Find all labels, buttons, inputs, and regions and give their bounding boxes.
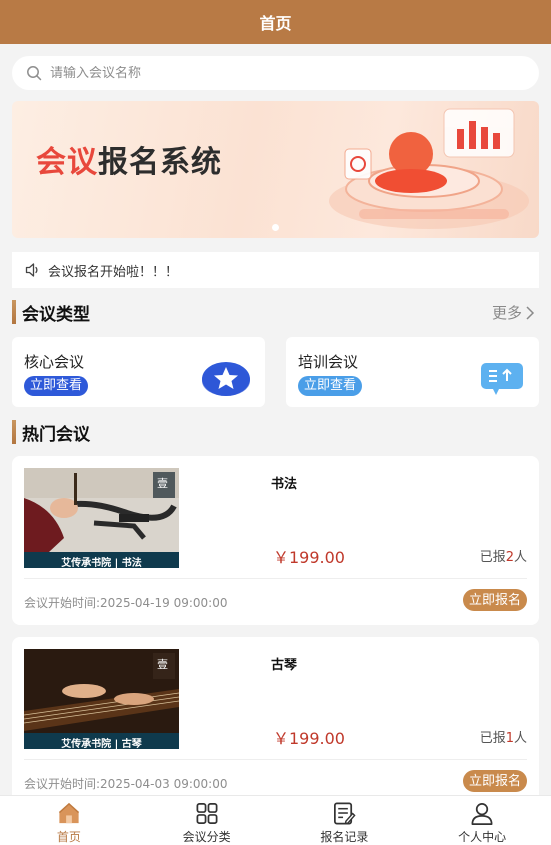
image-logo: 壹: [157, 477, 168, 490]
banner-title: 会议报名系统: [36, 145, 222, 180]
document-edit-icon: [334, 802, 356, 825]
category-name: 核心会议: [24, 353, 85, 371]
conference-image: 壹 艾传承书院 | 书法: [24, 468, 179, 568]
search-input[interactable]: [50, 65, 490, 81]
conference-price: ￥199.00: [273, 729, 345, 748]
section-accent-bar: [12, 300, 16, 324]
category-name: 培训会议: [298, 353, 359, 371]
banner-carousel[interactable]: 会议报名系统: [12, 101, 539, 238]
tab-home[interactable]: 首页: [0, 796, 138, 845]
conference-name: 古琴: [271, 658, 298, 673]
search-box[interactable]: [12, 56, 539, 90]
tab-label: 报名记录: [320, 830, 369, 844]
section-header-hot: 热门会议: [12, 420, 539, 445]
section-accent-bar: [12, 420, 16, 444]
view-button[interactable]: 立即查看: [24, 376, 89, 396]
speaker-icon: [25, 263, 38, 277]
divider: [24, 759, 527, 760]
section-header-categories: 会议类型 更多: [12, 300, 539, 325]
conference-start-time: 会议开始时间:2025-04-03 09:00:00: [24, 777, 228, 791]
tab-records[interactable]: 报名记录: [276, 796, 414, 845]
more-label: 更多: [491, 304, 522, 322]
view-button[interactable]: 立即查看: [298, 376, 363, 396]
search-icon: [27, 66, 42, 81]
notice-text: 会议报名开始啦！！！: [48, 264, 179, 280]
registration-count: 已报1人: [479, 731, 527, 746]
top-bar: 首页: [0, 0, 551, 44]
section-title: 热门会议: [22, 424, 90, 445]
category-card-core[interactable]: 核心会议 立即查看: [12, 337, 265, 407]
image-logo: 壹: [157, 658, 168, 671]
bottom-tab-bar: 首页 会议分类 报名记录 个人中心: [0, 795, 551, 845]
conference-image: 壹 艾传承书院 | 古琴: [24, 649, 179, 749]
conference-card[interactable]: 壹 艾传承书院 | 古琴 古琴 ￥199.00 已报1人 会议开始时间:2025…: [12, 637, 539, 795]
image-caption: 艾传承书院 | 书法: [61, 558, 142, 568]
notice-bar: 会议报名开始啦！！！: [12, 252, 539, 288]
tab-label: 个人中心: [458, 830, 507, 844]
grid-icon: [196, 803, 218, 824]
tab-label: 首页: [56, 830, 81, 844]
tab-profile[interactable]: 个人中心: [413, 796, 551, 845]
registration-count: 已报2人: [479, 550, 527, 565]
star-icon: [202, 362, 250, 396]
tab-label: 会议分类: [182, 830, 231, 844]
conference-price: ￥199.00: [273, 548, 345, 567]
page-title: 首页: [259, 14, 292, 33]
home-icon: [58, 802, 79, 824]
section-title: 会议类型: [22, 304, 90, 325]
image-caption: 艾传承书院 | 古琴: [61, 739, 142, 749]
conference-start-time: 会议开始时间:2025-04-19 09:00:00: [24, 596, 228, 610]
banner-illustration: [329, 108, 529, 229]
chevron-right-icon: [526, 305, 535, 320]
register-button[interactable]: 立即报名: [462, 770, 527, 792]
conference-card[interactable]: 壹 艾传承书院 | 书法 书法 ￥199.00 已报2人 会议开始时间:2025…: [12, 456, 539, 625]
divider: [24, 578, 527, 579]
chat-bubble-icon: [481, 363, 523, 395]
register-button[interactable]: 立即报名: [462, 589, 527, 611]
tab-categories[interactable]: 会议分类: [138, 796, 276, 845]
conference-name: 书法: [271, 477, 298, 492]
user-icon: [471, 803, 493, 825]
more-link[interactable]: 更多: [492, 302, 535, 323]
carousel-indicator[interactable]: [272, 224, 279, 231]
category-card-training[interactable]: 培训会议 立即查看: [286, 337, 539, 407]
